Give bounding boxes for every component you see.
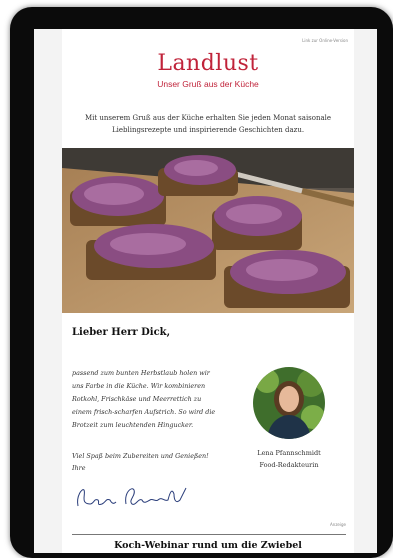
letter-closing-line: Ihre — [72, 464, 86, 472]
ad-label: Anzeige — [330, 522, 346, 527]
letter-body-line: passend zum bunten Herbstlaub holen wir — [72, 369, 210, 377]
intro-text: Mit unserem Gruß aus der Küche erhalten … — [84, 114, 332, 134]
letter-body-line: Rotkohl, Frischkäse und Meerrettich zu — [72, 395, 202, 403]
hero-image[interactable] — [62, 148, 354, 313]
logo-subtitle: Unser Gruß aus der Küche — [157, 79, 259, 89]
letter-greeting: Lieber Herr Dick, — [72, 327, 171, 338]
handwritten-signature — [72, 482, 192, 512]
newsletter-email: Link zur Online-Version Landlust Unser G… — [62, 29, 354, 553]
webinar-heading[interactable]: Koch-Webinar rund um die Zwiebel — [62, 540, 354, 551]
online-version-link[interactable]: Link zur Online-Version — [302, 38, 348, 43]
landlust-logo[interactable]: Landlust — [62, 52, 354, 76]
letter-closing: Viel Spaß beim Zubereiten und Genießen! … — [72, 450, 242, 474]
letter-body-line: Brotzeit zum leuchtenden Hingucker. — [72, 421, 194, 429]
author-role: Food-Redakteurin — [259, 461, 319, 469]
author-name: Lena Pfannschmidt — [257, 449, 321, 457]
author-portrait — [253, 367, 325, 439]
signature-icon — [77, 487, 187, 507]
letter-closing-line: Viel Spaß beim Zubereiten und Genießen! — [72, 452, 209, 460]
author-caption: Lena Pfannschmidt Food-Redakteurin — [238, 447, 340, 471]
section-divider — [72, 534, 346, 535]
rotkohl-brot-photo-icon — [62, 148, 354, 313]
email-viewport[interactable]: Link zur Online-Version Landlust Unser G… — [34, 29, 377, 553]
tablet-frame: Link zur Online-Version Landlust Unser G… — [10, 7, 393, 558]
letter-body: passend zum bunten Herbstlaub holen wir … — [72, 367, 234, 432]
avatar-icon — [253, 367, 325, 439]
letter-body-line: einem frisch-scharfen Aufstrich. So wird… — [72, 408, 216, 416]
letter-body-line: uns Farbe in die Küche. Wir kombinieren — [72, 382, 206, 390]
